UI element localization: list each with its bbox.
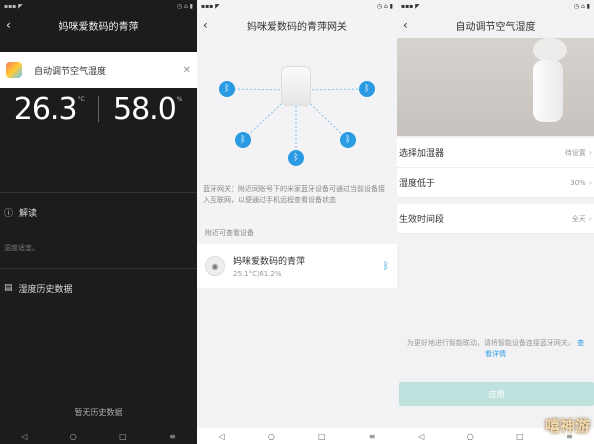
mist-shape xyxy=(533,38,567,62)
row-label: 湿度低于 xyxy=(399,179,436,189)
bluetooth-icon: ᛒ xyxy=(340,132,356,148)
humidity-history-label: 湿度历史数据 xyxy=(18,284,73,295)
chevron-right-icon: › xyxy=(588,214,592,223)
temperature-reading: 26.3 °C xyxy=(0,92,99,132)
status-bar: ▪▪▪ ◤ ◷ ⌂ ▮ xyxy=(401,2,590,10)
chevron-right-icon: › xyxy=(588,148,592,157)
watermark-logo: 嘻神游 xyxy=(544,417,590,435)
bluetooth-icon: ᛒ xyxy=(288,150,304,166)
interpret-note: 湿度适宜。 xyxy=(4,244,39,252)
nav-home-icon[interactable]: ○ xyxy=(467,432,474,441)
apply-button[interactable]: 应用 xyxy=(399,382,594,406)
nav-recents-icon[interactable]: □ xyxy=(318,432,326,441)
chevron-right-icon: › xyxy=(588,178,592,187)
temperature-unit: °C xyxy=(77,96,85,103)
device-name: 妈咪爱数码的青萍 xyxy=(233,257,306,267)
temperature-value: 26.3 xyxy=(13,92,78,127)
nav-back-icon[interactable]: ◁ xyxy=(21,432,27,441)
close-icon[interactable]: ✕ xyxy=(183,65,191,76)
device-row[interactable]: ◉ 妈咪爱数码的青萍 25.1°C|61.2% ᛒ xyxy=(197,244,397,288)
nav-home-icon[interactable]: ○ xyxy=(268,432,275,441)
humidity-history-row[interactable]: ▤ 湿度历史数据 xyxy=(0,280,197,296)
humidifier-hero-image xyxy=(397,38,594,136)
sensor-detail-panel: ▪▪▪ ◤ ◷ ⌂ ▮ ‹ 妈咪爱数码的青萍 自动调节空气湿度 ✕ 26.3 °C… xyxy=(0,0,197,444)
bluetooth-icon: ᛒ xyxy=(359,81,375,97)
row-label: 生效时间段 xyxy=(399,215,445,225)
reading-divider xyxy=(98,96,99,122)
gateway-device-image xyxy=(281,66,311,106)
automation-card[interactable]: 自动调节空气湿度 ✕ xyxy=(0,52,197,88)
app-icon xyxy=(6,62,22,78)
humidity-reading: 58.0 % xyxy=(99,92,198,132)
hint-body: 为更好地进行智能联动，请将智能设备连接蓝牙网关。 xyxy=(406,339,575,347)
system-nav-bar: ◁ ○ □ ≡ xyxy=(197,428,397,444)
interpret-row[interactable]: ⓘ 解读 xyxy=(0,204,197,220)
title-bar: ‹ 自动调节空气湿度 xyxy=(397,12,594,38)
status-bar: ▪▪▪ ◤ ◷ ⌂ ▮ xyxy=(201,2,393,10)
nav-back-icon[interactable]: ◁ xyxy=(418,432,424,441)
divider xyxy=(0,268,197,269)
page-title: 妈咪爱数码的青萍 xyxy=(58,21,139,33)
status-bar: ▪▪▪ ◤ ◷ ⌂ ▮ xyxy=(4,2,193,10)
gateway-panel: ▪▪▪ ◤ ◷ ⌂ ▮ ‹ 妈咪爱数码的青萍网关 ᛒ ᛒ ᛒ ᛒ ᛒ 蓝牙网关：附… xyxy=(197,0,397,444)
bluetooth-icon: ᛒ xyxy=(219,81,235,97)
humidity-unit: % xyxy=(176,96,183,103)
automation-settings-panel: ▪▪▪ ◤ ◷ ⌂ ▮ ‹ 自动调节空气湿度 选择加湿器 待设置 › 湿度低于 3… xyxy=(397,0,594,444)
card-title: 自动调节空气湿度 xyxy=(34,66,107,77)
nav-back-icon[interactable]: ◁ xyxy=(219,432,225,441)
bluetooth-icon: ᛒ xyxy=(235,132,251,148)
system-nav-bar: ◁ ○ □ ≡ xyxy=(0,428,197,444)
nav-home-icon[interactable]: ○ xyxy=(70,432,77,441)
humidity-value: 58.0 xyxy=(113,92,177,127)
device-reading: 25.1°C|61.2% xyxy=(233,270,282,278)
row-value: 待设置 xyxy=(564,148,586,157)
nav-menu-icon[interactable]: ≡ xyxy=(369,432,376,441)
select-humidifier-row[interactable]: 选择加湿器 待设置 › xyxy=(397,138,594,168)
humidity-threshold-row[interactable]: 湿度低于 30% › xyxy=(397,168,594,198)
back-arrow-icon[interactable]: ‹ xyxy=(6,18,11,32)
info-icon: ⓘ xyxy=(4,208,14,219)
row-value: 全天 xyxy=(571,214,586,223)
humidifier-shape xyxy=(533,60,563,122)
nav-recents-icon[interactable]: □ xyxy=(119,432,127,441)
nav-menu-icon[interactable]: ≡ xyxy=(169,432,176,441)
back-arrow-icon[interactable]: ‹ xyxy=(403,18,408,32)
row-label: 选择加湿器 xyxy=(399,149,445,159)
empty-history-text: 暂无历史数据 xyxy=(74,408,123,417)
divider xyxy=(0,192,197,193)
gateway-description: 蓝牙网关：附近同账号下的米家蓝牙设备可通过当前设备接入互联网，以便通过手机远程查… xyxy=(203,185,385,204)
page-title: 自动调节空气湿度 xyxy=(455,21,536,33)
nav-recents-icon[interactable]: □ xyxy=(516,432,524,441)
interpret-label: 解读 xyxy=(19,208,38,219)
page-title: 妈咪爱数码的青萍网关 xyxy=(247,21,347,33)
back-arrow-icon[interactable]: ‹ xyxy=(203,18,208,32)
hint-text: 为更好地进行智能联动，请将智能设备连接蓝牙网关。 查看详情 xyxy=(405,338,586,360)
sensor-icon: ◉ xyxy=(205,256,225,276)
chart-icon: ▤ xyxy=(4,283,13,293)
active-time-row[interactable]: 生效时间段 全天 › xyxy=(397,204,594,234)
title-bar: ‹ 妈咪爱数码的青萍网关 xyxy=(197,12,397,38)
bluetooth-signal-icon: ᛒ xyxy=(383,260,389,272)
row-value: 30% xyxy=(570,178,586,187)
title-bar: ‹ 妈咪爱数码的青萍 xyxy=(0,12,197,38)
nearby-section-label: 附近可查看设备 xyxy=(205,229,254,237)
